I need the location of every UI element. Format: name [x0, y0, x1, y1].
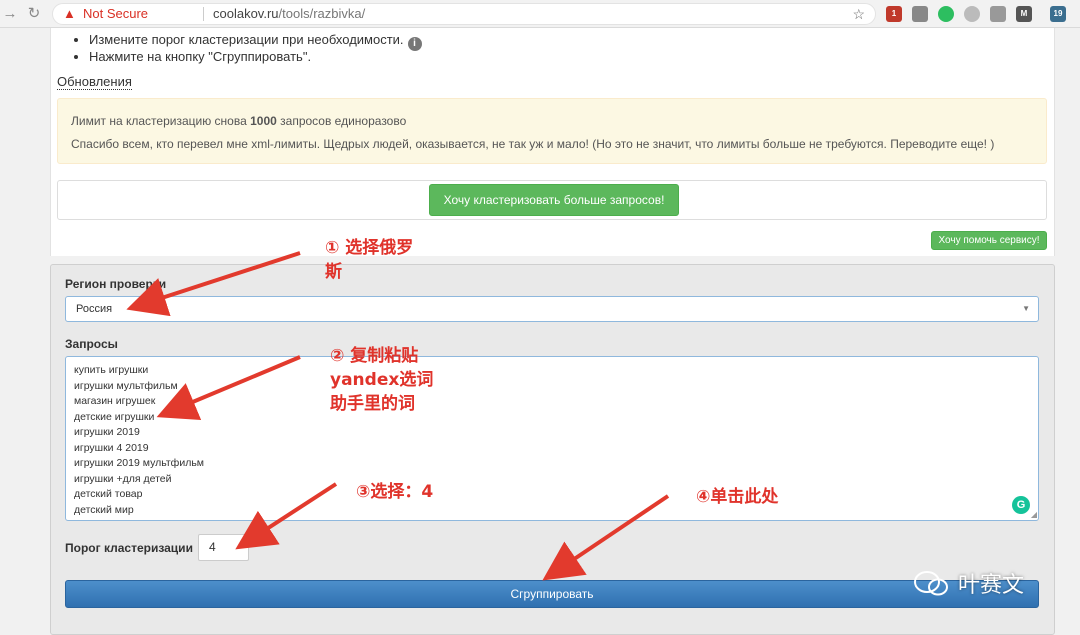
forward-icon[interactable]: →: [0, 4, 20, 24]
address-bar[interactable]: ▲ Not Secure coolakov.ru/tools/razbivka/…: [52, 3, 876, 25]
grammarly-icon[interactable]: G: [1012, 496, 1030, 514]
cluster-form: Регион проверки Россия ▼ Запросы купить …: [50, 264, 1055, 635]
annotation-4: ④单击此处: [696, 487, 779, 507]
url-text: coolakov.ru/tools/razbivka/: [213, 6, 366, 21]
region-label: Регион проверки: [65, 277, 167, 291]
page-content: Измените порог кластеризации при необход…: [50, 28, 1055, 256]
query-line: детский мир: [74, 503, 134, 516]
limit-alert: Лимит на кластеризацию снова 1000 запрос…: [57, 98, 1047, 164]
query-line: игрушки 4 2019: [74, 441, 149, 454]
queries-textarea[interactable]: купить игрушки игрушки мультфильм магази…: [65, 356, 1039, 521]
threshold-input[interactable]: 4: [198, 534, 249, 561]
info-icon[interactable]: i: [407, 37, 422, 51]
threshold-label: Порог кластеризации: [65, 541, 193, 555]
help-service-button[interactable]: Хочу помочь сервису!: [931, 231, 1047, 250]
gmail-extension-icon[interactable]: M: [1016, 6, 1032, 22]
address-separator: [203, 7, 204, 21]
extension-icon[interactable]: 19: [1050, 6, 1066, 22]
annotation-1: ① 选择俄罗 斯: [325, 238, 414, 282]
list-item: Измените порог кластеризации при необход…: [89, 32, 422, 51]
chevron-down-icon: ▼: [1022, 304, 1030, 313]
extension-icon[interactable]: [964, 6, 980, 22]
screenshot-icon[interactable]: [990, 6, 1006, 22]
updates-link[interactable]: Обновления: [57, 74, 132, 90]
alert-line-1: Лимит на кластеризацию снова 1000 запрос…: [71, 114, 407, 128]
region-select[interactable]: Россия ▼: [65, 296, 1039, 322]
list-item: Нажмите на кнопку "Сгруппировать".: [89, 49, 422, 66]
query-line: купить игрушки: [74, 364, 149, 376]
query-line: детские игрушки: [74, 410, 155, 423]
watermark-text: 叶赛文: [958, 573, 1025, 598]
query-line: игрушки +для детей: [74, 472, 172, 485]
reload-icon[interactable]: ↻: [24, 4, 44, 24]
not-secure-label: Not Secure: [83, 6, 149, 21]
annotation-2: ② 复制粘贴 yandex选词 助手里的词: [330, 346, 434, 414]
more-queries-box: Хочу кластеризовать больше запросов!: [57, 180, 1047, 220]
bookmark-star-icon[interactable]: ☆: [852, 4, 865, 24]
adblock-extension-icon[interactable]: 1: [886, 6, 902, 22]
annotation-3: ③选择：4: [356, 482, 434, 502]
query-line: игрушки мультфильм: [74, 379, 178, 392]
queries-label: Запросы: [65, 337, 118, 351]
group-submit-button[interactable]: Сгруппировать: [65, 580, 1039, 608]
extension-icon[interactable]: [912, 6, 928, 22]
browser-toolbar: → ↻ ▲ Not Secure coolakov.ru/tools/razbi…: [0, 0, 1080, 28]
instructions-list: Измените порог кластеризации при необход…: [89, 32, 422, 66]
query-line: детский товар: [74, 488, 143, 500]
query-line: игрушки 2019: [74, 426, 140, 438]
alert-line-2: Спасибо всем, кто перевел мне xml-лимиты…: [71, 137, 995, 151]
more-queries-button[interactable]: Хочу кластеризовать больше запросов!: [429, 184, 679, 216]
wechat-logo-icon: [914, 571, 948, 596]
evernote-icon[interactable]: [938, 6, 954, 22]
query-line: игрушки 2019 мультфильм: [74, 457, 205, 469]
query-line: магазин игрушек: [74, 395, 156, 407]
warning-icon: ▲: [63, 6, 76, 21]
resize-handle-icon[interactable]: ◢: [1031, 510, 1037, 519]
